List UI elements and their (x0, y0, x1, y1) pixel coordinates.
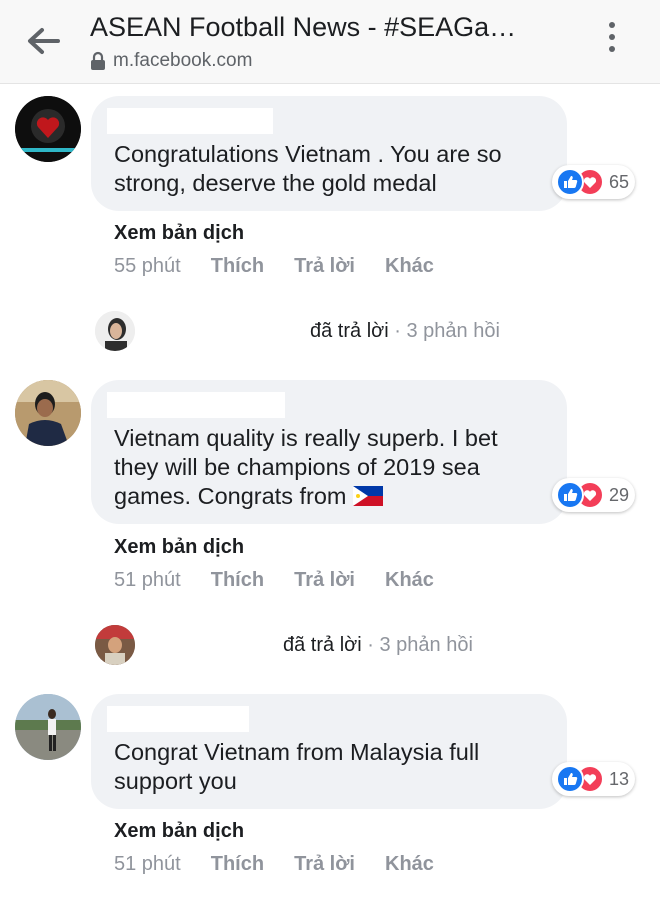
replies-link[interactable]: đã trả lời · 3 phản hồi (283, 634, 473, 657)
reaction-summary[interactable]: 65 (552, 165, 636, 199)
avatar[interactable] (15, 380, 81, 446)
reaction-count: 13 (609, 768, 630, 789)
see-translation-link[interactable]: Xem bản dịch (114, 222, 244, 245)
like-button[interactable]: Thích (211, 569, 264, 592)
like-reaction-icon (556, 765, 584, 793)
comment-text: Congratulations Vietnam . You are so str… (114, 141, 502, 196)
separator-dot: · (388, 320, 407, 342)
more-button[interactable]: Khác (385, 853, 434, 876)
separator-dot: · (361, 634, 380, 656)
more-button[interactable]: Khác (385, 255, 434, 278)
comment-text: Congrat Vietnam from Malaysia full suppo… (114, 739, 480, 794)
more-button[interactable]: Khác (385, 569, 434, 592)
timestamp: 51 phút (114, 569, 181, 591)
url-bar[interactable]: m.facebook.com (90, 49, 252, 73)
see-translation-link[interactable]: Xem bản dịch (114, 536, 244, 559)
comment-actions: 55 phút Thích Trả lời Khác (114, 255, 464, 278)
like-reaction-icon (556, 481, 584, 509)
reaction-count: 29 (609, 484, 630, 505)
comment-text: Vietnam quality is really superb. I bet … (114, 424, 498, 513)
replies-link[interactable]: đã trả lời · 3 phản hồi (310, 320, 500, 343)
reply-button[interactable]: Trả lời (294, 255, 355, 278)
like-button[interactable]: Thích (211, 853, 264, 876)
page-title: ASEAN Football News - #SEAGa… (90, 12, 517, 42)
see-translation-link[interactable]: Xem bản dịch (114, 820, 244, 843)
replied-text: đã trả lời (283, 634, 362, 656)
reply-count: 3 phản hồi (379, 634, 473, 656)
reply-button[interactable]: Trả lời (294, 853, 355, 876)
back-arrow-icon[interactable] (24, 24, 64, 58)
redacted-name (107, 108, 273, 134)
lock-icon (90, 51, 106, 71)
timestamp: 51 phút (114, 853, 181, 875)
reaction-summary[interactable]: 13 (552, 762, 636, 796)
avatar[interactable] (15, 694, 81, 760)
timestamp: 55 phút (114, 255, 181, 277)
like-reaction-icon (556, 168, 584, 196)
comment-actions: 51 phút Thích Trả lời Khác (114, 569, 464, 592)
avatar[interactable] (15, 96, 81, 162)
redacted-name (107, 392, 285, 418)
url-text: m.facebook.com (113, 50, 253, 71)
avatar[interactable] (95, 625, 135, 665)
like-button[interactable]: Thích (211, 255, 264, 278)
browser-header: ASEAN Football News - #SEAGa… m.facebook… (0, 0, 660, 84)
reaction-summary[interactable]: 29 (552, 478, 636, 512)
replied-text: đã trả lời (310, 320, 389, 342)
philippines-flag-icon (353, 484, 384, 513)
reaction-count: 65 (609, 171, 630, 192)
redacted-name (107, 706, 249, 732)
reply-button[interactable]: Trả lời (294, 569, 355, 592)
more-options-icon[interactable] (600, 22, 624, 60)
avatar[interactable] (95, 311, 135, 351)
reply-count: 3 phản hồi (406, 320, 500, 342)
comment-actions: 51 phút Thích Trả lời Khác (114, 853, 464, 876)
